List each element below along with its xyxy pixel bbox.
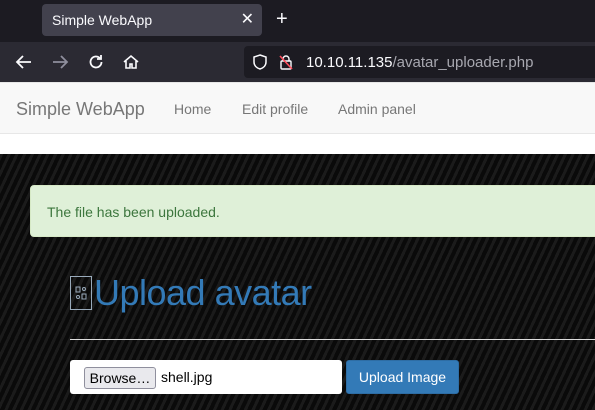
browse-button[interactable]: Browse… xyxy=(84,367,156,389)
upload-image-button[interactable]: Upload Image xyxy=(346,360,459,394)
forward-icon[interactable] xyxy=(48,50,72,74)
nav-link-home[interactable]: Home xyxy=(174,101,211,117)
page-gap xyxy=(0,134,595,154)
main-content: The file has been uploaded. Upload avata… xyxy=(0,154,595,410)
success-alert: The file has been uploaded. xyxy=(30,185,595,237)
shield-icon[interactable] xyxy=(252,54,268,75)
home-icon[interactable] xyxy=(119,50,143,74)
browser-tab[interactable]: Simple WebApp ✕ xyxy=(42,4,262,36)
file-input[interactable]: Browse… shell.jpg xyxy=(70,360,342,394)
url-path: /avatar_uploader.php xyxy=(392,54,534,71)
new-tab-icon[interactable]: + xyxy=(276,7,288,31)
reload-icon[interactable] xyxy=(84,50,108,74)
divider xyxy=(70,339,595,340)
url-host: 10.10.11.135 xyxy=(306,54,393,71)
page-title: Upload avatar xyxy=(94,272,312,313)
broken-image-icon xyxy=(70,276,92,310)
browser-tab-bar: Simple WebApp ✕ + xyxy=(0,0,595,42)
nav-link-admin-panel[interactable]: Admin panel xyxy=(338,101,416,117)
url-bar[interactable]: 10.10.11.135/avatar_uploader.php xyxy=(244,46,595,78)
selected-file-name: shell.jpg xyxy=(161,369,213,385)
url-text[interactable]: 10.10.11.135/avatar_uploader.php xyxy=(306,54,533,71)
site-navbar: Simple WebApp Home Edit profile Admin pa… xyxy=(0,82,595,134)
tab-title: Simple WebApp xyxy=(52,12,153,28)
nav-link-edit-profile[interactable]: Edit profile xyxy=(242,101,308,117)
browser-nav-bar: 10.10.11.135/avatar_uploader.php xyxy=(0,42,595,82)
page-heading: Upload avatar xyxy=(70,272,312,314)
insecure-lock-icon[interactable] xyxy=(278,54,294,75)
close-tab-icon[interactable]: ✕ xyxy=(241,10,254,30)
alert-message: The file has been uploaded. xyxy=(47,204,220,220)
back-icon[interactable] xyxy=(12,50,36,74)
site-brand[interactable]: Simple WebApp xyxy=(16,99,145,120)
